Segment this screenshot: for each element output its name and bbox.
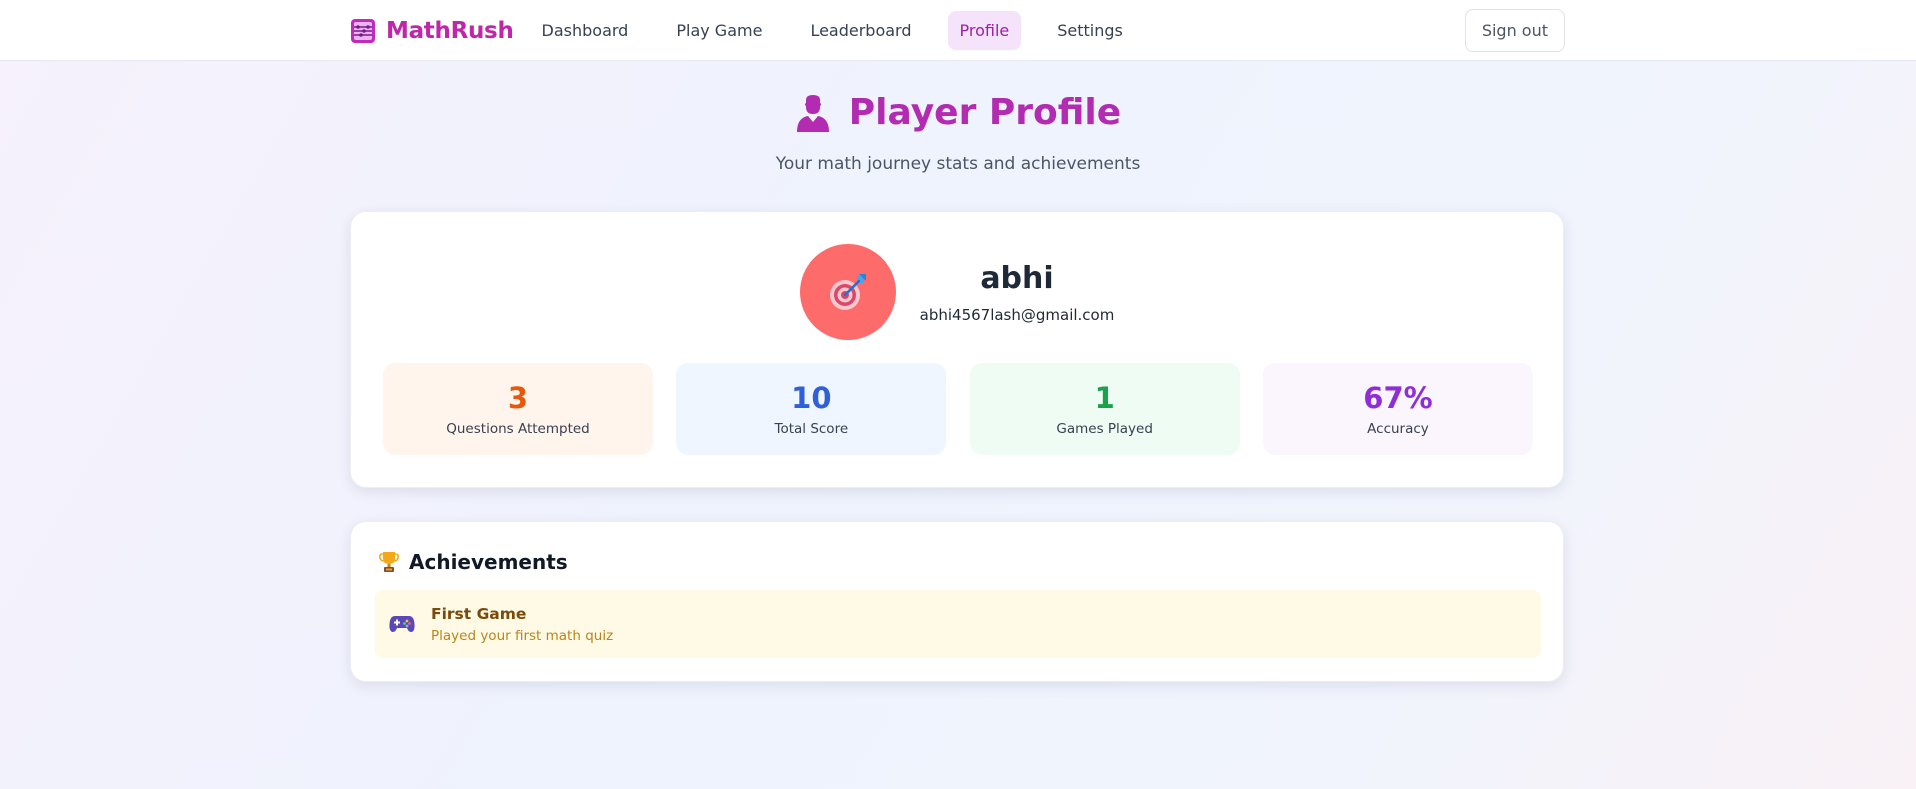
page-title: Player Profile bbox=[795, 92, 1121, 133]
sign-out-button[interactable]: Sign out bbox=[1464, 9, 1565, 52]
avatar bbox=[799, 244, 896, 340]
stat-value: 1 bbox=[1094, 381, 1115, 415]
page-title-text: Player Profile bbox=[848, 92, 1122, 133]
target-icon bbox=[829, 274, 866, 310]
stat-value: 67% bbox=[1363, 381, 1433, 415]
achievements-header: Achievements bbox=[379, 550, 568, 574]
stat-label: Total Score bbox=[774, 421, 849, 437]
page-header: Player Profile Your math journey stats a… bbox=[0, 92, 1916, 174]
nav-link-settings[interactable]: Settings bbox=[1045, 11, 1135, 50]
stat-value: 10 bbox=[791, 381, 832, 415]
nav-link-profile[interactable]: Profile bbox=[947, 11, 1022, 50]
achievement-text: First Game Played your first math quiz bbox=[431, 605, 613, 644]
achievements-title: Achievements bbox=[409, 550, 568, 574]
nav-link-leaderboard[interactable]: Leaderboard bbox=[798, 11, 923, 50]
trophy-icon bbox=[379, 552, 399, 572]
top-nav: MathRush Dashboard Play Game Leaderboard… bbox=[0, 0, 1916, 61]
achievement-description: Played your first math quiz bbox=[431, 627, 614, 644]
stat-value: 3 bbox=[507, 381, 529, 415]
stat-questions-attempted: 3 Questions Attempted bbox=[383, 363, 653, 455]
stat-accuracy: 67% Accuracy bbox=[1262, 363, 1533, 455]
username: abhi bbox=[980, 260, 1054, 296]
brand[interactable]: MathRush bbox=[350, 18, 514, 44]
stats-row: 3 Questions Attempted 10 Total Score 1 G… bbox=[383, 363, 1533, 455]
stat-label: Games Played bbox=[1056, 421, 1153, 437]
user-info: abhi abhi4567lash@gmail.com bbox=[920, 261, 1115, 324]
stat-total-score: 10 Total Score bbox=[676, 363, 947, 455]
nav-link-play-game[interactable]: Play Game bbox=[664, 11, 774, 50]
achievement-name: First Game bbox=[431, 604, 527, 623]
nav-inner: MathRush Dashboard Play Game Leaderboard… bbox=[350, 0, 1565, 61]
gamepad-icon bbox=[389, 616, 415, 632]
abacus-icon bbox=[351, 18, 375, 43]
stat-label: Questions Attempted bbox=[446, 421, 590, 437]
achievement-item: First Game Played your first math quiz bbox=[375, 590, 1541, 658]
profile-summary: abhi abhi4567lash@gmail.com bbox=[351, 244, 1563, 340]
page-subtitle: Your math journey stats and achievements bbox=[775, 153, 1141, 174]
stat-games-played: 1 Games Played bbox=[969, 363, 1240, 455]
user-email: abhi4567lash@gmail.com bbox=[919, 305, 1115, 324]
stat-label: Accuracy bbox=[1367, 421, 1429, 437]
brand-name: MathRush bbox=[386, 17, 514, 44]
nav-links: Dashboard Play Game Leaderboard Profile … bbox=[530, 11, 1159, 50]
achievements-card: Achievements First Game Played your firs… bbox=[350, 521, 1564, 682]
user-silhouette-icon bbox=[796, 94, 829, 132]
nav-link-dashboard[interactable]: Dashboard bbox=[530, 11, 641, 50]
profile-card: abhi abhi4567lash@gmail.com 3 Questions … bbox=[350, 211, 1564, 488]
